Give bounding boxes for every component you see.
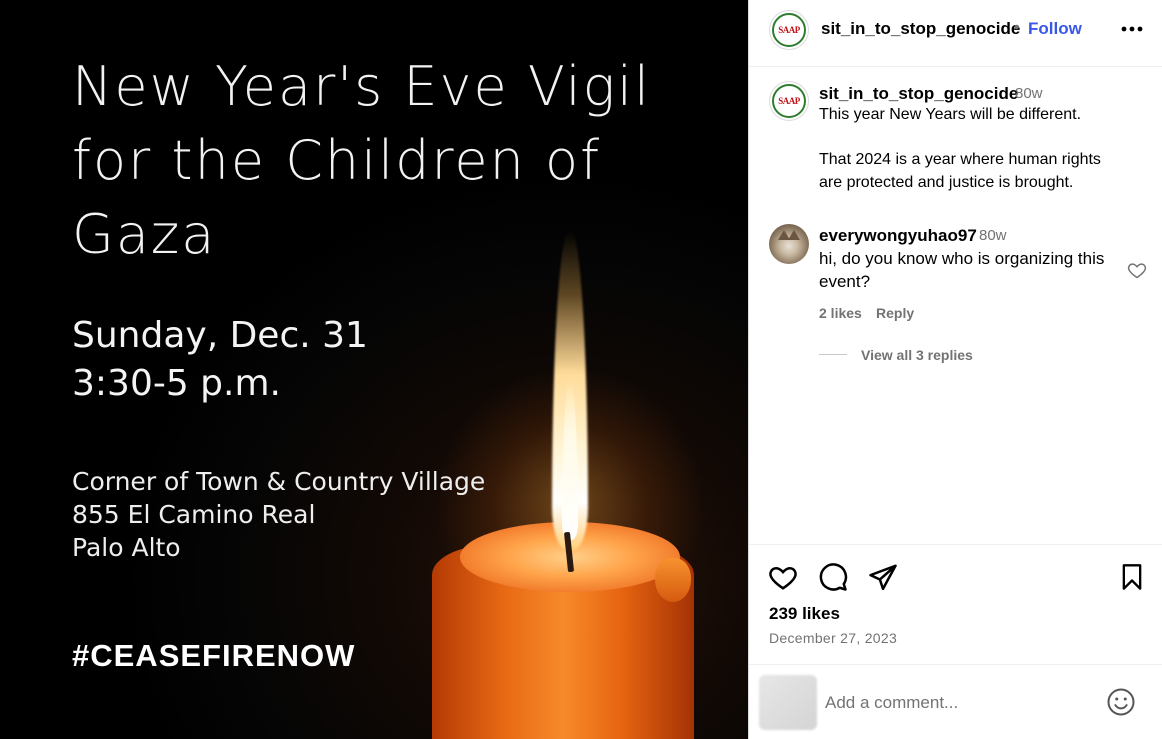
image-hashtag: #CEASEFIRENOW (72, 638, 356, 673)
post-image[interactable]: New Year's Eve Vigil for the Children of… (0, 0, 748, 739)
caption-text-line-2: That 2024 is a year where human rights (819, 151, 1101, 168)
caption-avatar[interactable]: SAAP (769, 81, 809, 121)
caption-username[interactable]: sit_in_to_stop_genocide (819, 84, 1018, 104)
candle-drip (655, 558, 691, 602)
image-date: Sunday, Dec. 31 (72, 315, 368, 356)
comment-icon[interactable] (817, 561, 849, 593)
image-title-line-1: New Year's Eve Vigil (72, 55, 652, 118)
image-time: 3:30-5 p.m. (72, 363, 281, 404)
image-address-line-3: Palo Alto (72, 533, 181, 562)
current-user-avatar (759, 675, 817, 730)
post-sidebar: SAAP sit_in_to_stop_genocide • Follow SA… (748, 0, 1162, 739)
comment-text-line-2: event? (819, 272, 871, 291)
post-actions: 239 likes December 27, 2023 (749, 544, 1162, 664)
comment-username[interactable]: everywongyuhao97 (819, 226, 977, 246)
commenter-avatar[interactable] (769, 224, 809, 264)
caption-text-line-3: are protected and justice is brought. (819, 174, 1074, 191)
comment-icon-svg (819, 563, 848, 591)
image-address-line-1: Corner of Town & Country Village (72, 467, 486, 496)
emoji-icon-svg (1107, 688, 1135, 716)
image-title-line-2: for the Children of (72, 129, 602, 192)
bookmark-icon[interactable] (1116, 561, 1148, 593)
image-address-line-2: 855 El Camino Real (72, 500, 316, 529)
header-username[interactable]: sit_in_to_stop_genocide (821, 19, 1020, 39)
caption-time[interactable]: 80w (1015, 85, 1043, 102)
heart-icon[interactable] (767, 561, 799, 593)
replies-divider (819, 354, 847, 355)
caption-text-line-1: This year New Years will be different. (819, 106, 1082, 123)
heart-icon-svg (769, 566, 797, 590)
instagram-post-view: New Year's Eve Vigil for the Children of… (0, 0, 1162, 739)
comment-like-heart-icon[interactable] (1127, 260, 1147, 280)
comment-likes[interactable]: 2 likes (819, 305, 862, 321)
share-icon-svg (869, 564, 897, 591)
comment-heart-svg (1127, 263, 1147, 279)
emoji-icon[interactable] (1106, 687, 1136, 717)
follow-button[interactable]: Follow (1028, 19, 1082, 39)
view-replies-button[interactable]: View all 3 replies (861, 347, 973, 363)
bookmark-icon-svg (1122, 564, 1142, 590)
post-date[interactable]: December 27, 2023 (769, 630, 897, 646)
avatar-logo-text: SAAP (772, 13, 806, 47)
reply-button[interactable]: Reply (876, 305, 914, 321)
comment-input[interactable] (825, 690, 1105, 716)
share-icon[interactable] (867, 561, 899, 593)
image-title-line-3: Gaza (72, 203, 217, 266)
add-comment-bar (749, 664, 1162, 739)
more-icon[interactable] (1117, 14, 1147, 44)
comment-text-line-1: hi, do you know who is organizing this (819, 249, 1105, 268)
caption-avatar-logo-text: SAAP (772, 84, 806, 118)
comment-time[interactable]: 80w (979, 227, 1007, 244)
header-separator: • (1014, 19, 1020, 36)
comment-item: everywongyuhao97 80w hi, do you know who… (749, 222, 1162, 372)
more-icon-svg (1121, 26, 1143, 32)
avatar[interactable]: SAAP (769, 10, 809, 50)
post-header: SAAP sit_in_to_stop_genocide • Follow (749, 0, 1162, 67)
likes-count[interactable]: 239 likes (769, 604, 840, 624)
